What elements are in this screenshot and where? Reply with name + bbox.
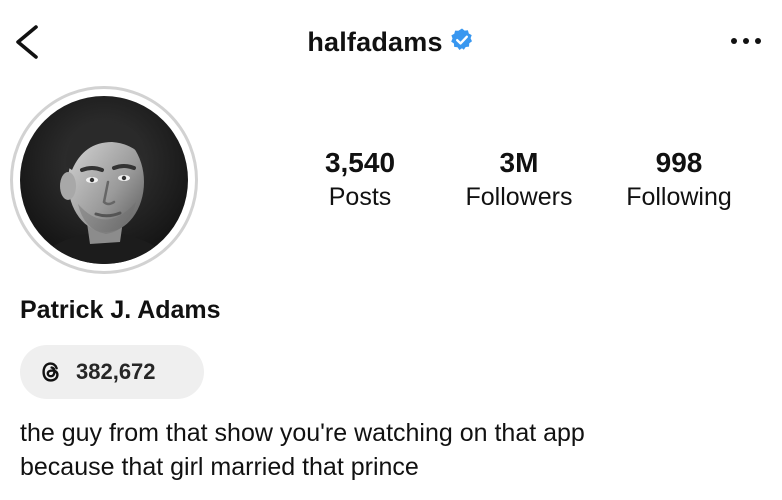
more-dots-icon: [731, 38, 761, 44]
followers-label: Followers: [465, 183, 573, 211]
posts-label: Posts: [328, 183, 392, 211]
more-options-button[interactable]: [726, 28, 766, 54]
following-stat[interactable]: 998 Following: [606, 145, 752, 213]
following-label: Following: [626, 183, 732, 211]
followers-stat[interactable]: 3M Followers: [448, 145, 590, 213]
threads-icon: [42, 362, 59, 382]
bio-line: the guy from that show you're watching o…: [20, 419, 585, 447]
posts-count: 3,540: [324, 147, 396, 178]
posts-stat[interactable]: 3,540 Posts: [298, 145, 422, 213]
username: halfadams: [307, 26, 443, 57]
verified-badge-icon: [450, 28, 472, 50]
threads-badge-button[interactable]: 382,672: [20, 345, 204, 399]
followers-count: 3M: [499, 147, 539, 178]
threads-count: 382,672: [76, 359, 156, 384]
bio-line: because that girl married that prince: [20, 453, 419, 481]
display-name: Patrick J. Adams: [20, 296, 221, 324]
profile-photo: [20, 96, 188, 264]
profile-page: halfadams 3,540 Posts 3M Followers 998 F…: [0, 0, 782, 500]
avatar[interactable]: [20, 96, 188, 264]
profile-header-title: halfadams: [0, 20, 782, 62]
following-count: 998: [655, 147, 703, 178]
bio: the guy from that show you're watching o…: [20, 416, 760, 484]
